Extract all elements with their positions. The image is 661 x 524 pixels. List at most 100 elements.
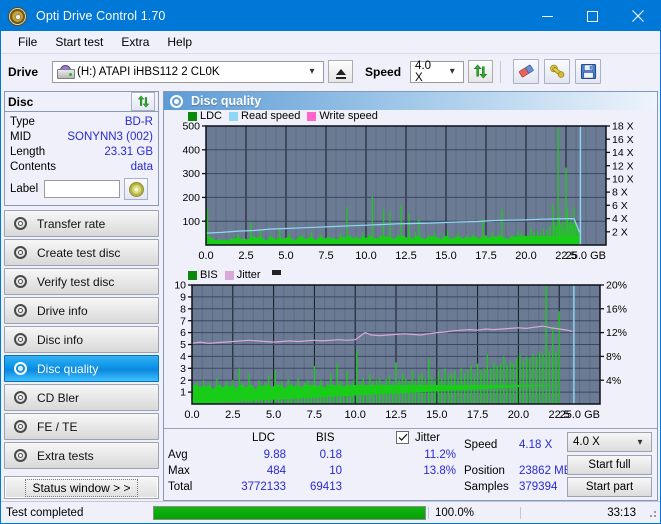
sidebar-item-cd-bler[interactable]: CD Bler: [4, 384, 159, 411]
disc-type-label: Type: [10, 116, 35, 128]
menu-help[interactable]: Help: [158, 33, 201, 51]
svg-text:7.5: 7.5: [318, 250, 333, 262]
svg-text:2: 2: [180, 375, 186, 387]
disc-mid-label: MID: [10, 131, 32, 143]
svg-text:16 X: 16 X: [612, 134, 634, 146]
svg-text:14 X: 14 X: [612, 147, 634, 159]
chart2-legend: BIS Jitter: [164, 269, 657, 281]
disc-row-type: Type BD-R: [10, 115, 153, 130]
sidebar-item-label: Verify test disc: [37, 274, 115, 289]
jitter-checkbox[interactable]: [396, 431, 409, 444]
stats-row-total-label: Total: [168, 481, 193, 493]
resize-grip-icon[interactable]: [646, 507, 658, 519]
window-title: Opti Drive Control 1.70: [36, 9, 166, 23]
tools-button[interactable]: [544, 59, 571, 84]
stats-position-label: Position: [464, 465, 505, 477]
page-title: Disc quality: [191, 94, 262, 108]
elapsed-time: 33:13: [520, 506, 646, 519]
disc-properties: Type BD-R MID SONYNN3 (002) Length 23.31…: [5, 112, 158, 205]
menu-extra[interactable]: Extra: [112, 33, 158, 51]
svg-text:2 X: 2 X: [612, 226, 628, 238]
svg-text:6: 6: [180, 327, 186, 339]
svg-text:5.0: 5.0: [278, 250, 293, 262]
sidebar-item-fe-te[interactable]: FE / TE: [4, 413, 159, 440]
svg-text:10.0: 10.0: [344, 409, 365, 421]
svg-text:10: 10: [174, 281, 186, 292]
jitter-checkbox-row[interactable]: Jitter: [396, 431, 440, 444]
sidebar-item-label: Transfer rate: [37, 216, 106, 231]
eraser-icon: [518, 64, 534, 78]
close-button[interactable]: [615, 1, 660, 31]
disc-label-row: Label: [10, 178, 153, 203]
disc-mid-value: SONYNN3 (002): [67, 131, 153, 143]
legend-item-ldc: LDC: [188, 110, 222, 122]
status-text: Test completed: [6, 506, 84, 519]
menu-start-test[interactable]: Start test: [46, 33, 112, 51]
disc-row-contents: Contents data: [10, 160, 153, 175]
drive-select[interactable]: (H:) ATAPI iHBS112 2 CL0K ▾: [52, 60, 325, 83]
stats-max-jitter: 13.8%: [423, 465, 456, 477]
progress-percent: 100.0%: [428, 506, 520, 519]
svg-text:400: 400: [182, 144, 200, 156]
sidebar-item-label: CD Bler: [37, 390, 80, 405]
start-full-button[interactable]: Start full: [567, 455, 652, 475]
title-bar: Opti Drive Control 1.70: [1, 1, 660, 31]
sidebar-item-label: Drive info: [37, 303, 88, 318]
speed-select-value: 4.0 X: [415, 59, 432, 84]
stats-avg-jitter: 11.2%: [424, 449, 456, 461]
disc-length-value: 23.31 GB: [104, 146, 153, 158]
erase-button[interactable]: [513, 59, 540, 84]
chart-bis-jitter[interactable]: 1 2 3 4 5 6 7 8 9 10 4% 8% 12% 16% 20% 0.0 2.5 5.0 7.5 10.0…: [164, 281, 657, 426]
disc-label-input[interactable]: [44, 180, 121, 198]
disc-row-length: Length 23.31 GB: [10, 145, 153, 160]
legend-swatch-ldc: [188, 111, 197, 121]
disc-row-mid: MID SONYNN3 (002): [10, 130, 153, 145]
refresh-button[interactable]: [468, 60, 494, 83]
speed-select[interactable]: 4.0 X ▾: [410, 59, 465, 84]
svg-text:25.0 GB: 25.0 GB: [566, 250, 606, 262]
chevron-down-icon: ▾: [449, 66, 455, 77]
svg-text:300: 300: [182, 168, 200, 180]
legend-item-write-speed: Write speed: [307, 110, 378, 122]
stats-samples-label: Samples: [464, 481, 509, 493]
legend-swatch-write-speed: [307, 111, 317, 121]
stats-max-ldc: 484: [266, 465, 286, 477]
svg-text:17.5: 17.5: [475, 250, 496, 262]
sidebar: Disc Type BD-R MID SONYNN3 (002) Length …: [4, 91, 159, 501]
sidebar-item-verify-test-disc[interactable]: Verify test disc: [4, 268, 159, 295]
minimize-button[interactable]: [525, 1, 570, 31]
status-window-button[interactable]: Status window > >: [4, 476, 159, 499]
start-full-label: Start full: [588, 459, 631, 471]
disc-label-read-button[interactable]: [124, 178, 149, 200]
sidebar-item-drive-info[interactable]: Drive info: [4, 297, 159, 324]
svg-text:18 X: 18 X: [612, 122, 634, 133]
sidebar-item-transfer-rate[interactable]: Transfer rate: [4, 210, 159, 237]
chevron-down-icon: ▾: [637, 436, 643, 448]
disc-icon: [13, 332, 28, 347]
start-part-button[interactable]: Start part: [567, 477, 652, 497]
disc-refresh-button[interactable]: [131, 92, 155, 111]
sidebar-item-disc-info[interactable]: Disc info: [4, 326, 159, 353]
sidebar-item-disc-quality[interactable]: Disc quality: [4, 355, 159, 382]
menu-file[interactable]: File: [9, 33, 46, 51]
svg-text:20%: 20%: [606, 281, 627, 292]
disc-icon: [13, 361, 28, 376]
maximize-button[interactable]: [570, 1, 615, 31]
stats-speed-value: 4.18 X: [519, 439, 553, 451]
svg-text:4: 4: [180, 351, 186, 363]
legend-label-jitter: Jitter: [236, 269, 261, 281]
svg-text:12%: 12%: [606, 327, 627, 339]
disc-icon: [13, 390, 28, 405]
stats-position-value: 23862 MB: [519, 465, 572, 477]
test-speed-select[interactable]: 4.0 X ▾: [567, 432, 652, 452]
save-button[interactable]: [575, 59, 602, 84]
sidebar-item-extra-tests[interactable]: Extra tests: [4, 442, 159, 469]
eject-button[interactable]: [328, 60, 354, 83]
drive-label: Drive: [8, 64, 39, 79]
menu-start-test-label: Start test: [55, 35, 104, 49]
sidebar-item-create-test-disc[interactable]: Create test disc: [4, 239, 159, 266]
legend-item-bis: BIS: [188, 269, 218, 281]
chart-ldc[interactable]: 100 200 300 400 500 2 X4 X6 X8 X 10 X 12 X 14 X1…: [164, 122, 657, 267]
charts-container: LDC Read speed Write speed 100 200 300 400 5…: [164, 110, 657, 426]
test-speed-value: 4.0 X: [573, 436, 600, 448]
